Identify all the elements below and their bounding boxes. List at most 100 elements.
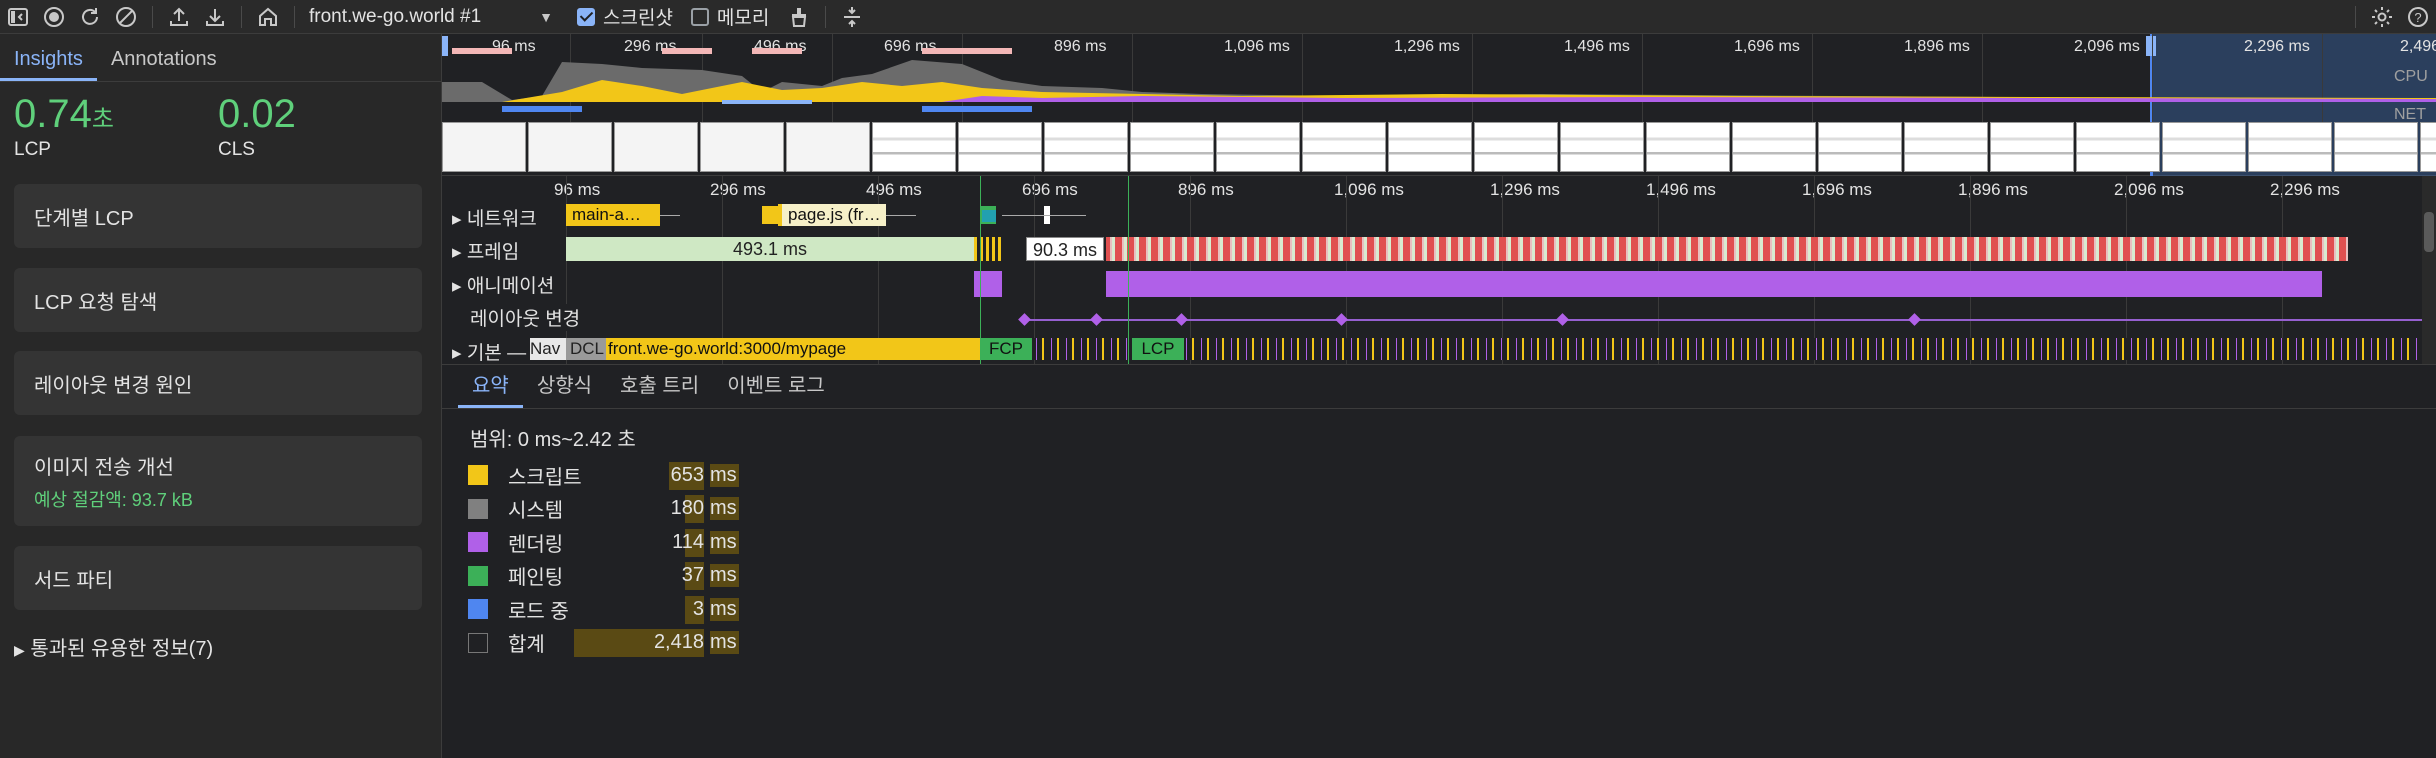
lcp-marker[interactable]: LCP <box>1132 338 1184 360</box>
screenshot-thumbnail[interactable] <box>1560 122 1644 172</box>
screenshot-thumbnail[interactable] <box>1818 122 1902 172</box>
timeline-tick-label: 496 ms <box>866 180 922 199</box>
home-icon[interactable] <box>250 0 286 34</box>
screenshot-thumbnail[interactable] <box>1904 122 1988 172</box>
network-request-main[interactable]: main-a… <box>566 204 660 226</box>
network-request-page-js[interactable]: page.js (fr… <box>778 204 886 226</box>
target-select[interactable]: front.we-go.world #1 ▼ <box>309 6 559 28</box>
memory-label: 메모리 <box>716 8 770 29</box>
frame-bar-partial[interactable] <box>974 237 1002 261</box>
track-layout-shifts[interactable]: 레이아웃 변경 <box>470 304 585 331</box>
checkbox-checked-icon <box>577 7 595 26</box>
record-icon[interactable] <box>36 0 72 34</box>
network-request-bar[interactable] <box>762 206 778 224</box>
screenshot-thumbnail[interactable] <box>614 122 698 172</box>
help-icon[interactable]: ? <box>2400 0 2436 34</box>
screenshot-thumbnail[interactable] <box>958 122 1042 172</box>
network-request-bar[interactable] <box>982 210 996 222</box>
screenshot-thumbnail[interactable] <box>1388 122 1472 172</box>
dcl-marker[interactable]: DCL <box>566 338 606 360</box>
tab-bottom-up[interactable]: 상향식 <box>523 369 606 408</box>
track-frames[interactable]: ▸ 프레임 <box>452 237 524 264</box>
toolbar: front.we-go.world #1 ▼ 스크린샷 메모리 ? <box>0 0 2436 34</box>
screenshot-thumbnail[interactable] <box>1732 122 1816 172</box>
main-thread-activity[interactable] <box>842 338 2436 360</box>
details-panel: 요약 상향식 호출 트리 이벤트 로그 범위: 0 ms~2.42 초 스크립트… <box>442 364 2436 758</box>
download-icon[interactable] <box>197 0 233 34</box>
track-main[interactable]: ▸ 기본 — <box>452 338 531 364</box>
timeline[interactable]: 96 ms 296 ms 496 ms 696 ms 896 ms 1,096 ms 1,2… <box>442 34 2436 364</box>
insight-label: 이미지 전송 개선 <box>34 456 174 479</box>
lcp-line <box>1128 176 1129 364</box>
screenshot-thumbnail[interactable] <box>2162 122 2246 172</box>
screenshot-thumbnail[interactable] <box>1990 122 2074 172</box>
screenshot-thumbnail[interactable] <box>2420 122 2436 172</box>
insight-image-delivery[interactable]: 이미지 전송 개선 예상 절감액: 93.7 kB <box>14 436 422 526</box>
tab-annotations[interactable]: Annotations <box>97 48 231 81</box>
memory-checkbox[interactable]: 메모리 <box>690 3 770 30</box>
settings-icon[interactable] <box>2364 0 2400 34</box>
screenshot-thumbnail[interactable] <box>872 122 956 172</box>
layout-shift-marker[interactable] <box>1556 313 1569 326</box>
screenshot-thumbnail[interactable] <box>528 122 612 172</box>
frame-bar[interactable]: 493.1 ms <box>566 237 974 261</box>
dropped-frames[interactable] <box>1106 237 2348 261</box>
category-value: 180 <box>670 497 704 519</box>
category-unit: ms <box>710 564 739 587</box>
screenshot-thumbnail[interactable] <box>2334 122 2418 172</box>
scrollbar-thumb[interactable] <box>2424 212 2434 252</box>
screenshot-thumbnail[interactable] <box>1130 122 1214 172</box>
fcp-marker-label: FCP <box>989 339 1023 358</box>
category-value-cell: 653 <box>608 461 704 490</box>
timeline-tick-label: 2,096 ms <box>2114 180 2184 199</box>
screenshot-thumbnail[interactable] <box>1646 122 1730 172</box>
layout-shift-marker[interactable] <box>1175 313 1188 326</box>
toolbar-divider <box>294 5 295 28</box>
garbage-collect-icon[interactable] <box>781 0 817 34</box>
screenshot-thumbnail[interactable] <box>700 122 784 172</box>
timeline-gridline <box>1190 176 1191 364</box>
tab-event-log[interactable]: 이벤트 로그 <box>713 369 839 408</box>
screenshot-thumbnail[interactable] <box>1044 122 1128 172</box>
frame-bar[interactable]: 90.3 ms <box>1026 237 1104 261</box>
tab-insights[interactable]: Insights <box>0 48 97 81</box>
insight-third-parties[interactable]: 서드 파티 <box>14 546 422 610</box>
screenshot-thumbnail[interactable] <box>1302 122 1386 172</box>
upload-icon[interactable] <box>161 0 197 34</box>
layout-shift-marker[interactable] <box>1090 313 1103 326</box>
animation-bar[interactable] <box>1106 271 2322 297</box>
insight-layout-shift-culprits[interactable]: 레이아웃 변경 원인 <box>14 351 422 415</box>
toolbar-divider <box>152 5 153 28</box>
track-network[interactable]: ▸ 네트워크 <box>452 204 541 231</box>
screenshots-checkbox[interactable]: 스크린샷 <box>577 3 673 30</box>
passed-insights-toggle[interactable]: ▶ 통과된 유용한 정보(7) <box>14 632 213 661</box>
nav-marker[interactable]: Nav <box>526 338 566 360</box>
fcp-marker[interactable]: FCP <box>980 338 1032 360</box>
insight-lcp-by-phase[interactable]: 단계별 LCP <box>14 184 422 248</box>
reload-icon[interactable] <box>72 0 108 34</box>
screenshot-thumbnail[interactable] <box>1216 122 1300 172</box>
timeline-scrollbar[interactable] <box>2422 176 2436 364</box>
layout-shift-marker[interactable] <box>1018 313 1031 326</box>
collapse-tracks-icon[interactable] <box>834 0 870 34</box>
screenshot-thumbnail[interactable] <box>2248 122 2332 172</box>
screenshot-thumbnail[interactable] <box>442 122 526 172</box>
dock-side-icon[interactable] <box>0 0 36 34</box>
category-name: 스크립트 <box>508 466 582 489</box>
tab-call-tree[interactable]: 호출 트리 <box>606 369 713 408</box>
screenshot-thumbnail[interactable] <box>1474 122 1558 172</box>
animation-bar[interactable] <box>974 271 1002 297</box>
track-animations[interactable]: ▸ 애니메이션 <box>452 271 559 298</box>
layout-shift-marker[interactable] <box>1908 313 1921 326</box>
overview-strip[interactable]: 96 ms 296 ms 496 ms 696 ms 896 ms 1,096 ms 1,2… <box>442 34 2436 176</box>
network-request-label: main-a… <box>572 205 641 224</box>
category-color-swatch <box>468 498 488 519</box>
category-value-cell: 2,418 <box>574 629 704 657</box>
main-thread-url[interactable]: front.we-go.world:3000/mypage <box>608 338 866 360</box>
clear-icon[interactable] <box>108 0 144 34</box>
screenshot-thumbnail[interactable] <box>2076 122 2160 172</box>
insight-lcp-request-discovery[interactable]: LCP 요청 탐색 <box>14 268 422 332</box>
timeline-tick-label: 1,896 ms <box>1958 180 2028 199</box>
tab-summary[interactable]: 요약 <box>458 369 523 408</box>
screenshot-thumbnail[interactable] <box>786 122 870 172</box>
